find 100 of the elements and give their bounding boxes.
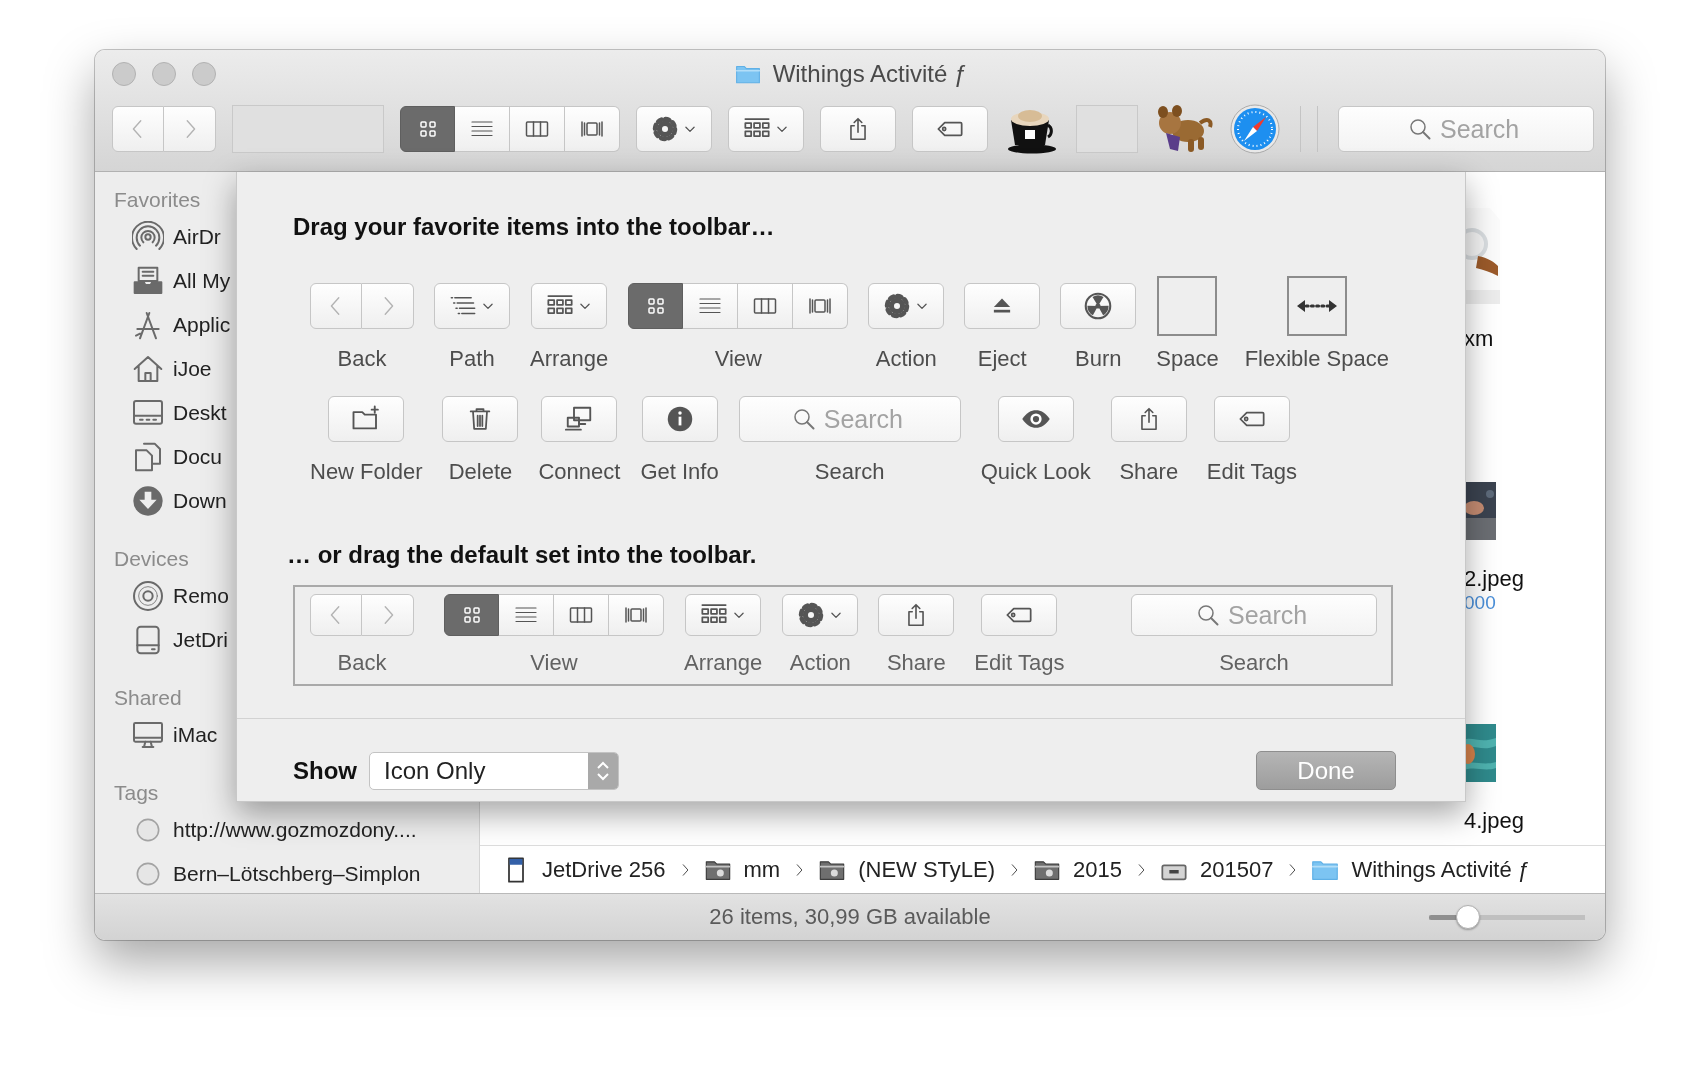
item-label: Share (1119, 459, 1179, 485)
view-mode-button[interactable] (609, 594, 664, 636)
item-label: Space (1156, 346, 1219, 372)
sidebar-item[interactable]: AirDr (95, 215, 221, 259)
item-label: Action (789, 650, 851, 676)
arrange-button[interactable] (728, 106, 804, 152)
space-item[interactable] (1157, 276, 1218, 336)
radiation-icon (1084, 292, 1113, 320)
view-mode-button[interactable] (565, 106, 620, 152)
file-name: 2.jpeg (1464, 566, 1525, 592)
monitor-icon (132, 719, 164, 751)
view-mode-button[interactable] (510, 106, 565, 152)
new-folder-button[interactable] (328, 396, 405, 442)
search-field[interactable]: Search (738, 396, 961, 442)
edit-tags-button[interactable] (912, 106, 988, 152)
eject-button[interactable] (964, 283, 1041, 329)
share-button[interactable] (1110, 396, 1187, 442)
search-icon (1408, 117, 1432, 141)
sheet-heading: Drag your favorite items into the toolbar… (293, 213, 775, 241)
window-title: Withings Activité ƒ (772, 60, 968, 88)
documents-icon (132, 441, 164, 473)
share-button[interactable] (878, 594, 955, 636)
item-label: Path (449, 346, 495, 372)
sidebar-item[interactable]: iMac (95, 713, 218, 757)
section-header: Favorites (114, 187, 201, 213)
action-button[interactable] (782, 594, 859, 636)
item-label: View (530, 650, 578, 676)
action-button[interactable] (636, 106, 712, 152)
info-icon (665, 405, 694, 433)
item-label: Delete (448, 459, 513, 485)
gear-icon (651, 115, 679, 143)
sidebar-item[interactable]: Docu (95, 435, 223, 479)
gear-icon (883, 292, 912, 320)
search-input[interactable]: Search (1440, 114, 1524, 144)
house-icon (132, 353, 164, 385)
file-name: xm (1464, 326, 1495, 352)
item-label: Flexible Space (1244, 346, 1389, 372)
search-input[interactable]: Search (823, 404, 908, 434)
view-mode-button[interactable] (793, 283, 849, 329)
arrange-button[interactable] (685, 594, 762, 636)
edit-tags-button[interactable] (1213, 396, 1290, 442)
slider-thumb[interactable] (1456, 905, 1480, 929)
empty-slot (1076, 105, 1138, 153)
get-info-button[interactable] (641, 396, 718, 442)
sidebar-item[interactable]: JetDri (95, 618, 228, 662)
show-label: Show (293, 756, 357, 785)
view-mode-button[interactable] (554, 594, 609, 636)
edit-tags-button[interactable] (981, 594, 1058, 636)
toolbar-separator (1300, 106, 1318, 152)
compass-icon[interactable] (1230, 104, 1280, 154)
view-mode-button[interactable] (400, 106, 455, 152)
path-button[interactable] (434, 283, 510, 329)
sidebar-item[interactable]: http://www.gozmozdony.... (95, 808, 417, 852)
path-item[interactable]: 2015 (1033, 855, 1123, 884)
sidebar-item[interactable]: All My (95, 259, 231, 303)
path-item[interactable]: mm (703, 855, 781, 884)
search-field[interactable]: Search (1338, 106, 1594, 152)
download-icon (132, 485, 164, 517)
item-label: Search (1219, 650, 1289, 676)
item-label: Share (886, 650, 946, 676)
gear-icon (797, 601, 826, 629)
action-button[interactable] (868, 283, 945, 329)
sidebar-item[interactable]: Remo (95, 574, 230, 618)
view-mode-button[interactable] (738, 283, 794, 329)
status-text: 26 items, 30,99 GB available (709, 904, 991, 930)
default-set-panel[interactable]: Back View Arrange Action Share Edit Tags Search Search (293, 585, 1393, 686)
sidebar-item[interactable]: Applic (95, 303, 231, 347)
burn-button[interactable] (1060, 283, 1137, 329)
path-item[interactable]: JetDrive 256 (502, 855, 666, 884)
path-item[interactable]: (NEW STyLE) (818, 855, 996, 884)
file-tray-icon (132, 265, 164, 297)
path-item[interactable]: 201507 (1160, 855, 1274, 884)
default-set-heading: … or drag the default set into the toolbar. (287, 541, 757, 569)
view-mode-button[interactable] (444, 594, 499, 636)
section-header: Shared (114, 685, 182, 711)
share-button[interactable] (820, 106, 896, 152)
search-input[interactable]: Search (1228, 600, 1312, 630)
view-mode-button[interactable] (628, 283, 684, 329)
path-item[interactable]: Withings Activité ƒ (1311, 855, 1530, 884)
sidebar-item[interactable]: Deskt (95, 391, 227, 435)
item-label: Edit Tags (1206, 459, 1297, 485)
search-field[interactable]: Search (1131, 594, 1377, 636)
delete-button[interactable] (442, 396, 519, 442)
file-name: 4.jpeg (1464, 808, 1525, 834)
sidebar-item[interactable]: Down (95, 479, 227, 523)
item-label: Edit Tags (974, 650, 1065, 676)
sidebar-item[interactable]: iJoe (95, 347, 212, 391)
item-label: Back (337, 650, 387, 676)
flexible-space-item[interactable] (1286, 276, 1347, 336)
quick-look-button[interactable] (997, 396, 1074, 442)
item-label: Burn (1075, 346, 1122, 372)
signal-rings-icon (132, 221, 164, 253)
search-icon (1196, 603, 1220, 627)
sidebar-item[interactable]: Bern–Lötschberg–Simplon (95, 852, 421, 893)
arrange-button[interactable] (531, 283, 608, 329)
item-label: Search (814, 459, 885, 485)
connect-button[interactable] (541, 396, 618, 442)
section-header: Tags (114, 780, 159, 806)
show-popup[interactable]: Icon Only (369, 751, 619, 790)
item-label: Quick Look (980, 459, 1091, 485)
